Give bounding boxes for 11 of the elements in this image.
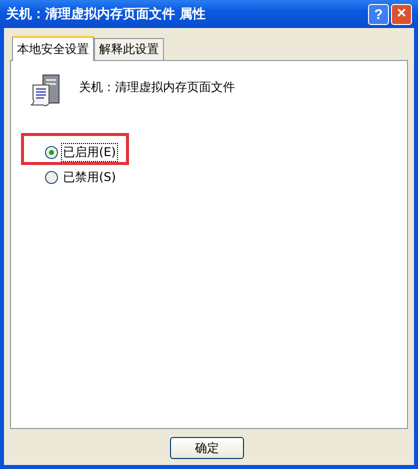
policy-name: 关机：清理虚拟内存页面文件 bbox=[79, 79, 235, 96]
radio-button[interactable] bbox=[45, 171, 58, 184]
tab[interactable]: 本地安全设置 bbox=[12, 36, 94, 61]
radio-label[interactable]: 已启用(E) bbox=[61, 143, 118, 162]
help-button[interactable]: ? bbox=[368, 4, 389, 24]
tab[interactable]: 解释此设置 bbox=[94, 38, 164, 60]
radio-label[interactable]: 已禁用(S) bbox=[61, 168, 118, 187]
ok-button[interactable]: 确定 bbox=[170, 437, 244, 459]
window-title: 关机：清理虚拟内存页面文件 属性 bbox=[6, 6, 206, 23]
radio-button[interactable] bbox=[45, 146, 58, 159]
close-button[interactable]: × bbox=[391, 4, 412, 24]
